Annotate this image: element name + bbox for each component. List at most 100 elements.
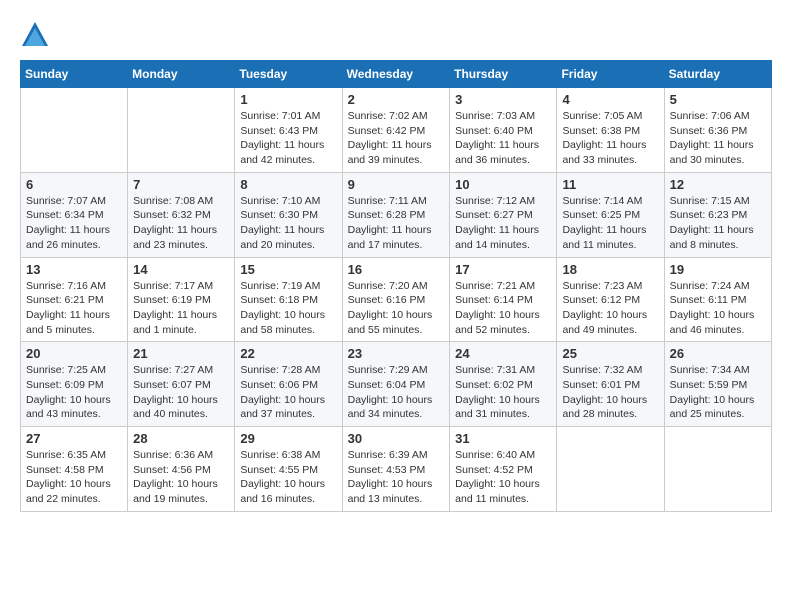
calendar-cell: [21, 88, 128, 173]
calendar-cell: 27 Sunrise: 6:35 AM Sunset: 4:58 PM Dayli…: [21, 427, 128, 512]
day-info: Sunrise: 7:31 AM Sunset: 6:02 PM Dayligh…: [455, 363, 551, 422]
calendar-table: SundayMondayTuesdayWednesdayThursdayFrid…: [20, 60, 772, 512]
day-info: Sunrise: 7:10 AM Sunset: 6:30 PM Dayligh…: [240, 194, 336, 253]
calendar-week-row: 1 Sunrise: 7:01 AM Sunset: 6:43 PM Daylig…: [21, 88, 772, 173]
day-number: 4: [562, 92, 658, 107]
day-info: Sunrise: 7:12 AM Sunset: 6:27 PM Dayligh…: [455, 194, 551, 253]
day-number: 5: [670, 92, 766, 107]
logo: [20, 20, 54, 50]
day-info: Sunrise: 7:34 AM Sunset: 5:59 PM Dayligh…: [670, 363, 766, 422]
calendar-cell: 14 Sunrise: 7:17 AM Sunset: 6:19 PM Dayli…: [128, 257, 235, 342]
calendar-cell: 8 Sunrise: 7:10 AM Sunset: 6:30 PM Daylig…: [235, 172, 342, 257]
calendar-cell: 30 Sunrise: 6:39 AM Sunset: 4:53 PM Dayli…: [342, 427, 450, 512]
weekday-header: Wednesday: [342, 61, 450, 88]
day-info: Sunrise: 7:01 AM Sunset: 6:43 PM Dayligh…: [240, 109, 336, 168]
day-number: 17: [455, 262, 551, 277]
weekday-header: Thursday: [450, 61, 557, 88]
day-info: Sunrise: 6:35 AM Sunset: 4:58 PM Dayligh…: [26, 448, 122, 507]
weekday-header: Saturday: [664, 61, 771, 88]
day-info: Sunrise: 7:23 AM Sunset: 6:12 PM Dayligh…: [562, 279, 658, 338]
calendar-cell: 23Sunrise: 7:29 AM Sunset: 6:04 PM Dayli…: [342, 342, 450, 427]
calendar-cell: 12 Sunrise: 7:15 AM Sunset: 6:23 PM Dayli…: [664, 172, 771, 257]
calendar-cell: 3 Sunrise: 7:03 AM Sunset: 6:40 PM Daylig…: [450, 88, 557, 173]
calendar-week-row: 6 Sunrise: 7:07 AM Sunset: 6:34 PM Daylig…: [21, 172, 772, 257]
day-number: 12: [670, 177, 766, 192]
day-info: Sunrise: 7:24 AM Sunset: 6:11 PM Dayligh…: [670, 279, 766, 338]
calendar-cell: 19Sunrise: 7:24 AM Sunset: 6:11 PM Dayli…: [664, 257, 771, 342]
day-info: Sunrise: 7:06 AM Sunset: 6:36 PM Dayligh…: [670, 109, 766, 168]
day-info: Sunrise: 6:36 AM Sunset: 4:56 PM Dayligh…: [133, 448, 229, 507]
day-info: Sunrise: 7:19 AM Sunset: 6:18 PM Dayligh…: [240, 279, 336, 338]
calendar-cell: 2 Sunrise: 7:02 AM Sunset: 6:42 PM Daylig…: [342, 88, 450, 173]
calendar-cell: 4 Sunrise: 7:05 AM Sunset: 6:38 PM Daylig…: [557, 88, 664, 173]
calendar-cell: [557, 427, 664, 512]
day-number: 29: [240, 431, 336, 446]
calendar-cell: 20Sunrise: 7:25 AM Sunset: 6:09 PM Dayli…: [21, 342, 128, 427]
calendar-cell: 5 Sunrise: 7:06 AM Sunset: 6:36 PM Daylig…: [664, 88, 771, 173]
day-number: 20: [26, 346, 122, 361]
calendar-cell: 29 Sunrise: 6:38 AM Sunset: 4:55 PM Dayli…: [235, 427, 342, 512]
day-number: 6: [26, 177, 122, 192]
day-number: 16: [348, 262, 445, 277]
calendar-cell: 9Sunrise: 7:11 AM Sunset: 6:28 PM Daylig…: [342, 172, 450, 257]
day-info: Sunrise: 7:03 AM Sunset: 6:40 PM Dayligh…: [455, 109, 551, 168]
day-number: 21: [133, 346, 229, 361]
calendar-cell: 10 Sunrise: 7:12 AM Sunset: 6:27 PM Dayli…: [450, 172, 557, 257]
calendar-cell: 7 Sunrise: 7:08 AM Sunset: 6:32 PM Daylig…: [128, 172, 235, 257]
weekday-header: Sunday: [21, 61, 128, 88]
day-number: 31: [455, 431, 551, 446]
logo-icon: [20, 20, 50, 50]
day-info: Sunrise: 7:08 AM Sunset: 6:32 PM Dayligh…: [133, 194, 229, 253]
day-number: 9: [348, 177, 445, 192]
calendar-cell: 28Sunrise: 6:36 AM Sunset: 4:56 PM Dayli…: [128, 427, 235, 512]
day-info: Sunrise: 7:07 AM Sunset: 6:34 PM Dayligh…: [26, 194, 122, 253]
calendar-header: SundayMondayTuesdayWednesdayThursdayFrid…: [21, 61, 772, 88]
day-number: 26: [670, 346, 766, 361]
calendar-week-row: 27 Sunrise: 6:35 AM Sunset: 4:58 PM Dayli…: [21, 427, 772, 512]
day-info: Sunrise: 7:17 AM Sunset: 6:19 PM Dayligh…: [133, 279, 229, 338]
day-info: Sunrise: 7:15 AM Sunset: 6:23 PM Dayligh…: [670, 194, 766, 253]
day-number: 2: [348, 92, 445, 107]
day-number: 13: [26, 262, 122, 277]
day-info: Sunrise: 6:40 AM Sunset: 4:52 PM Dayligh…: [455, 448, 551, 507]
calendar-cell: 13 Sunrise: 7:16 AM Sunset: 6:21 PM Dayli…: [21, 257, 128, 342]
day-info: Sunrise: 7:02 AM Sunset: 6:42 PM Dayligh…: [348, 109, 445, 168]
calendar-cell: 31 Sunrise: 6:40 AM Sunset: 4:52 PM Dayli…: [450, 427, 557, 512]
calendar-cell: 25Sunrise: 7:32 AM Sunset: 6:01 PM Dayli…: [557, 342, 664, 427]
day-number: 8: [240, 177, 336, 192]
day-info: Sunrise: 7:27 AM Sunset: 6:07 PM Dayligh…: [133, 363, 229, 422]
calendar-body: 1 Sunrise: 7:01 AM Sunset: 6:43 PM Daylig…: [21, 88, 772, 512]
day-number: 22: [240, 346, 336, 361]
day-info: Sunrise: 7:05 AM Sunset: 6:38 PM Dayligh…: [562, 109, 658, 168]
calendar-cell: [664, 427, 771, 512]
calendar-cell: [128, 88, 235, 173]
day-number: 23: [348, 346, 445, 361]
day-number: 7: [133, 177, 229, 192]
day-number: 14: [133, 262, 229, 277]
calendar-cell: 17 Sunrise: 7:21 AM Sunset: 6:14 PM Dayli…: [450, 257, 557, 342]
day-info: Sunrise: 6:38 AM Sunset: 4:55 PM Dayligh…: [240, 448, 336, 507]
day-info: Sunrise: 7:14 AM Sunset: 6:25 PM Dayligh…: [562, 194, 658, 253]
calendar-cell: 15 Sunrise: 7:19 AM Sunset: 6:18 PM Dayli…: [235, 257, 342, 342]
day-info: Sunrise: 6:39 AM Sunset: 4:53 PM Dayligh…: [348, 448, 445, 507]
day-number: 30: [348, 431, 445, 446]
day-number: 1: [240, 92, 336, 107]
calendar-cell: 16 Sunrise: 7:20 AM Sunset: 6:16 PM Dayli…: [342, 257, 450, 342]
calendar-cell: 26 Sunrise: 7:34 AM Sunset: 5:59 PM Dayli…: [664, 342, 771, 427]
day-number: 25: [562, 346, 658, 361]
day-number: 10: [455, 177, 551, 192]
calendar-week-row: 13 Sunrise: 7:16 AM Sunset: 6:21 PM Dayli…: [21, 257, 772, 342]
day-info: Sunrise: 7:21 AM Sunset: 6:14 PM Dayligh…: [455, 279, 551, 338]
calendar-cell: 11Sunrise: 7:14 AM Sunset: 6:25 PM Dayli…: [557, 172, 664, 257]
page-header: [20, 20, 772, 50]
day-number: 27: [26, 431, 122, 446]
day-info: Sunrise: 7:16 AM Sunset: 6:21 PM Dayligh…: [26, 279, 122, 338]
day-info: Sunrise: 7:20 AM Sunset: 6:16 PM Dayligh…: [348, 279, 445, 338]
weekday-header: Monday: [128, 61, 235, 88]
calendar-cell: 22Sunrise: 7:28 AM Sunset: 6:06 PM Dayli…: [235, 342, 342, 427]
weekday-header: Friday: [557, 61, 664, 88]
calendar-cell: 21 Sunrise: 7:27 AM Sunset: 6:07 PM Dayli…: [128, 342, 235, 427]
day-number: 3: [455, 92, 551, 107]
day-number: 15: [240, 262, 336, 277]
calendar-cell: 6 Sunrise: 7:07 AM Sunset: 6:34 PM Daylig…: [21, 172, 128, 257]
